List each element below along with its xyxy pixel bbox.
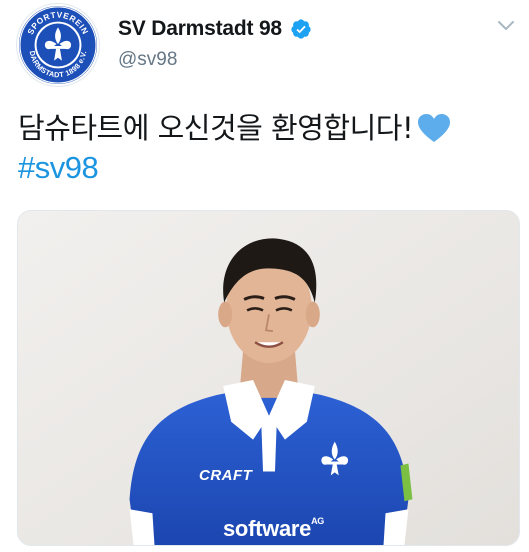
chevron-down-icon[interactable] — [495, 14, 517, 36]
player-photo — [18, 211, 519, 545]
hashtag-link[interactable]: #sv98 — [18, 148, 518, 188]
sponsor-suffix: AG — [311, 516, 324, 526]
tweet-text: 담슈타트에 오신것을 환영합니다! #sv98 — [18, 108, 518, 188]
display-name[interactable]: SV Darmstadt 98 — [118, 17, 282, 41]
user-handle[interactable]: @sv98 — [118, 49, 177, 71]
blue-heart-icon — [417, 113, 451, 143]
tweet-card: SPORTVEREIN DARMSTADT 1898 e.V. SV Darms… — [0, 0, 529, 552]
name-row: SV Darmstadt 98 — [118, 17, 312, 41]
tweet-body: 담슈타트에 오신것을 환영합니다! — [18, 111, 414, 145]
sponsor-name: software — [223, 516, 312, 541]
sv-darmstadt-crest-icon: SPORTVEREIN DARMSTADT 1898 e.V. — [18, 5, 98, 85]
kit-brand-label: CRAFT — [199, 467, 253, 484]
sponsor-label: softwareAG — [223, 516, 324, 542]
avatar[interactable]: SPORTVEREIN DARMSTADT 1898 e.V. — [16, 3, 100, 87]
tweet-media-image[interactable]: CRAFT softwareAG — [17, 210, 520, 546]
verified-badge-icon — [290, 18, 312, 40]
